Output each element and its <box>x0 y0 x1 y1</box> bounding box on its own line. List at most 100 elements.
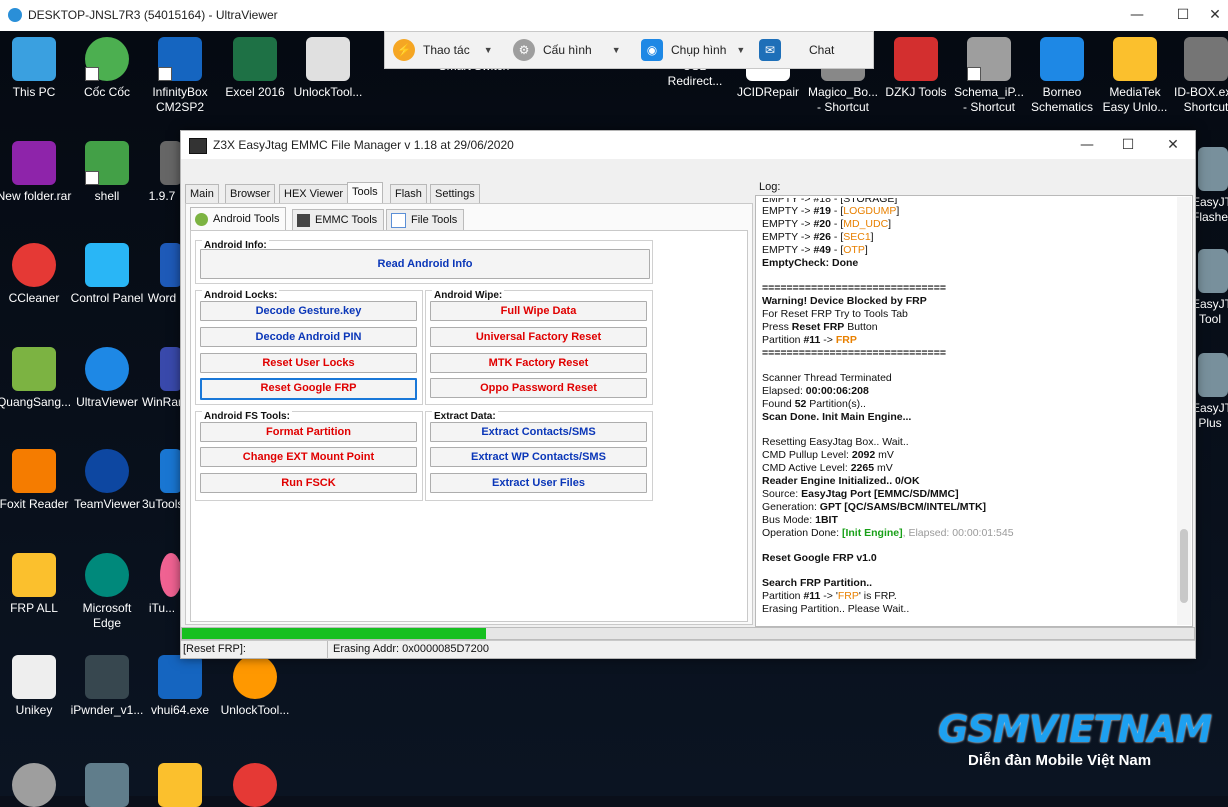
desktop-icon-quangsang[interactable]: QuangSang... <box>0 343 72 410</box>
minimize-icon[interactable]: — <box>1128 6 1146 24</box>
log-scrollbar-thumb[interactable] <box>1180 529 1188 603</box>
change-ext-mount-point-button[interactable]: Change EXT Mount Point <box>200 447 417 467</box>
tab-main[interactable]: Main <box>185 184 219 204</box>
desktop-icon-new-folder-rar[interactable]: New folder.rar <box>0 137 72 204</box>
desktop-icon-197[interactable]: 1.9.7 <box>142 137 182 204</box>
subtab-emmc-tools[interactable]: EMMC Tools <box>292 209 385 231</box>
log-line: CMD Pullup Level: 2092 mV <box>762 449 894 461</box>
mtk-factory-reset-button[interactable]: MTK Factory Reset <box>430 353 647 373</box>
desktop-icon-id-box[interactable]: ID-BOX.exe Shortcut <box>1168 33 1228 115</box>
desktop-icon-label: TeamViewer <box>74 497 140 511</box>
desktop-icon-easyjtag-tool[interactable]: EasyJTAG Tool <box>1192 245 1228 327</box>
tab-browser[interactable]: Browser <box>225 184 276 204</box>
group-android-info: Android Info: Read Android Info <box>195 240 653 284</box>
chup-hinh-button[interactable]: ◉ Chụp hình ▼ <box>641 32 745 68</box>
extract-user-files-button[interactable]: Extract User Files <box>430 473 647 493</box>
desktop-icon-label: Microsoft Edge <box>82 601 132 630</box>
close-icon[interactable]: ✕ <box>1206 6 1224 24</box>
group-android-wipe: Android Wipe: Full Wipe Data Universal F… <box>425 290 653 405</box>
log-scrollbar[interactable] <box>1177 197 1191 625</box>
desktop-icon-chrome[interactable] <box>217 759 293 807</box>
desktop-icon-label: New folder.rar <box>0 189 72 203</box>
log-line: EmptyCheck: Done <box>762 257 859 269</box>
desktop-icon-photo[interactable] <box>69 759 145 807</box>
run-fsck-button[interactable]: Run FSCK <box>200 473 417 493</box>
desktop-icon-unlocktool-2[interactable]: UnlockTool... <box>217 651 293 718</box>
desktop-icon-ccleaner[interactable]: CCleaner <box>0 239 72 306</box>
desktop-icon-label: Cốc Cốc <box>83 85 130 99</box>
log-line: Partition #11 -> FRP <box>762 334 857 346</box>
extract-contacts-sms-button[interactable]: Extract Contacts/SMS <box>430 422 647 442</box>
desktop-icon-ipwnder[interactable]: iPwnder_v1... <box>69 651 145 718</box>
desktop-icon-frp-all[interactable]: FRP ALL <box>0 549 72 616</box>
cau-hinh-button[interactable]: ⚙ Cấu hình ▼ <box>513 32 621 68</box>
log-line: EMPTY -> #18 - [STORAGE] <box>762 195 898 205</box>
group-android-locks: Android Locks: Decode Gesture.key Decode… <box>195 290 423 405</box>
desktop-icon-itunes[interactable]: iTu... <box>142 549 182 616</box>
subtab-label: EMMC Tools <box>315 214 378 226</box>
desktop-icon-label: Word <box>147 291 177 305</box>
log-line: Resetting EasyJtag Box.. Wait.. <box>762 436 909 448</box>
app-close-icon[interactable]: ✕ <box>1163 136 1183 154</box>
desktop-icon-label: Foxit Reader <box>0 497 69 511</box>
log-line: EMPTY -> #26 - [SEC1] <box>762 231 874 243</box>
full-wipe-data-button[interactable]: Full Wipe Data <box>430 301 647 321</box>
group-label: Android Locks: <box>202 290 280 301</box>
log-separator: ============================== <box>762 282 946 294</box>
tab-hex-viewer[interactable]: HEX Viewer <box>279 184 349 204</box>
desktop-icon-easyjtag-flasher[interactable]: EasyJTAG Flasher <box>1192 143 1228 225</box>
universal-factory-reset-button[interactable]: Universal Factory Reset <box>430 327 647 347</box>
desktop-icon-dzkj[interactable]: DZKJ Tools <box>878 33 954 100</box>
app-minimize-icon[interactable]: — <box>1077 136 1097 154</box>
desktop-icon-mediatek[interactable]: MediaTek Easy Unlo... <box>1097 33 1173 115</box>
desktop-icon-word[interactable]: Word <box>142 239 182 306</box>
reset-user-locks-button[interactable]: Reset User Locks <box>200 353 417 373</box>
extract-wp-contacts-sms-button[interactable]: Extract WP Contacts/SMS <box>430 447 647 467</box>
maximize-icon[interactable]: ☐ <box>1174 6 1192 24</box>
tab-settings[interactable]: Settings <box>430 184 480 204</box>
tab-flash[interactable]: Flash <box>390 184 427 204</box>
desktop-icon-vhui64[interactable]: vhui64.exe <box>142 651 218 718</box>
watermark-subtitle: Diễn đàn Mobile Việt Nam <box>968 752 1152 769</box>
desktop-icon-shell[interactable]: shell <box>69 137 145 204</box>
desktop-icon-schema[interactable]: Schema_iP... - Shortcut <box>951 33 1027 115</box>
decode-gesture-key-button[interactable]: Decode Gesture.key <box>200 301 417 321</box>
tab-tools[interactable]: Tools <box>347 182 383 205</box>
subtab-android-tools[interactable]: Android Tools <box>190 207 287 231</box>
desktop-icon-winrar[interactable]: WinRar <box>142 343 182 410</box>
log-line: Operation Done: [Init Engine], Elapsed: … <box>762 527 1014 539</box>
oppo-password-reset-button[interactable]: Oppo Password Reset <box>430 378 647 398</box>
subtab-file-tools[interactable]: File Tools <box>386 209 465 231</box>
log-panel[interactable]: EMPTY -> #18 - [STORAGE] EMPTY -> #19 - … <box>755 195 1193 627</box>
desktop-icon-unikey[interactable]: Unikey <box>0 651 72 718</box>
desktop-icon-foxit[interactable]: Foxit Reader <box>0 445 72 512</box>
reset-google-frp-button[interactable]: Reset Google FRP <box>200 378 417 400</box>
format-partition-button[interactable]: Format Partition <box>200 422 417 442</box>
desktop-icon-infinitybox[interactable]: InfinityBox CM2SP2 <box>142 33 218 115</box>
desktop-icon-edge[interactable]: Microsoft Edge <box>69 549 145 631</box>
app-maximize-icon[interactable]: ☐ <box>1118 136 1138 154</box>
desktop-icon-unlocktool[interactable]: UnlockTool... <box>290 33 366 100</box>
group-label: Android Wipe: <box>432 290 505 301</box>
chup-hinh-label: Chụp hình <box>671 43 727 57</box>
desktop-icon-folder[interactable] <box>142 759 218 807</box>
read-android-info-button[interactable]: Read Android Info <box>200 249 650 279</box>
desktop-icon-settings[interactable] <box>0 759 72 807</box>
camera-icon: ◉ <box>641 39 663 61</box>
desktop-icon-label: Borneo Schematics <box>1030 85 1094 114</box>
thao-tac-button[interactable]: ⚡ Thao tác ▼ <box>393 32 493 68</box>
desktop-icon-teamviewer[interactable]: TeamViewer <box>69 445 145 512</box>
chat-button[interactable]: ✉ Chat <box>759 32 834 68</box>
desktop-icon-3utools[interactable]: 3uTools <box>142 445 183 512</box>
desktop-icon-this-pc[interactable]: This PC <box>0 33 72 100</box>
desktop-icon-label: MediaTek Easy Unlo... <box>1102 85 1168 114</box>
lightning-icon: ⚡ <box>393 39 415 61</box>
desktop-icon-borneo[interactable]: Borneo Schematics <box>1024 33 1100 115</box>
desktop-icon-control-panel[interactable]: Control Panel <box>69 239 145 306</box>
desktop-icon-excel[interactable]: Excel 2016 <box>217 33 293 100</box>
chevron-down-icon: ▼ <box>483 45 493 55</box>
desktop-icon-easyjtag-plus[interactable]: EasyJTAG Plus <box>1192 349 1228 431</box>
desktop-icon-coc-coc[interactable]: Cốc Cốc <box>69 33 145 100</box>
desktop-icon-ultraviewer[interactable]: UltraViewer <box>69 343 145 410</box>
decode-android-pin-button[interactable]: Decode Android PIN <box>200 327 417 347</box>
